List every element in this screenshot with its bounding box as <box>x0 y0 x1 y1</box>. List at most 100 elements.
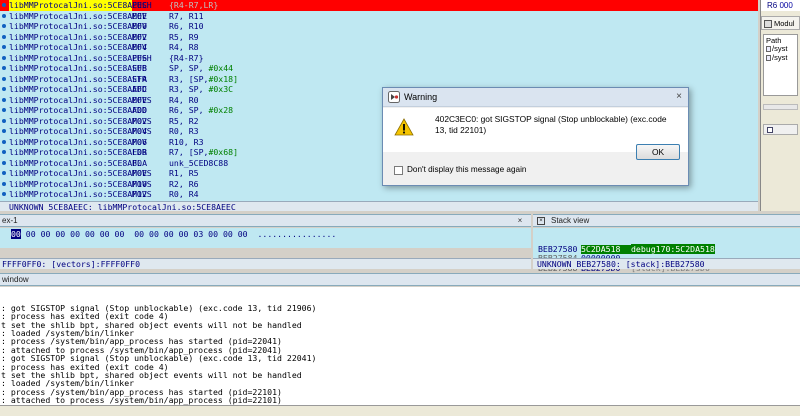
right-panel: R6 000 Modul Path /syst /syst <box>760 0 800 211</box>
hex-row[interactable]: 00 00 00 00 00 00 00 00 00 00 00 00 03 0… <box>11 229 337 239</box>
output-window-title: window <box>0 273 800 286</box>
instruction-address: libMMProtocalJni.so:5CE8AEFC <box>9 84 148 94</box>
hex-row-bytes: 00 00 00 00 00 00 00 00 00 00 00 03 00 0… <box>20 229 337 239</box>
hex-cursor[interactable]: 00 <box>11 229 21 239</box>
disassembly-line[interactable]: libMMProtocalJni.so:5CE8AEECPUSH {R4-R7,L… <box>0 0 758 11</box>
line-bullet-icon <box>2 129 6 133</box>
register-label: R6 <box>767 1 778 10</box>
threads-tab[interactable] <box>763 124 798 135</box>
register-row[interactable]: R6 000 <box>761 0 800 11</box>
instruction-address: libMMProtocalJni.so:5CE8AEF2 <box>9 31 148 42</box>
close-icon[interactable]: × <box>537 217 545 225</box>
ida-app-icon <box>388 91 400 103</box>
stack-view[interactable]: BEB275805C2DA518debug170:5C2DA518BEB2758… <box>533 228 800 273</box>
output-window[interactable]: : got SIGSTOP signal (Stop unblockable) … <box>0 287 800 413</box>
instruction-address: libMMProtocalJni.so:5CE8AF00 <box>9 105 148 115</box>
warning-icon <box>394 118 414 136</box>
instruction-address: libMMProtocalJni.so:5CE8AEFE <box>9 94 148 105</box>
instruction-immediate: #0x44 <box>208 63 234 73</box>
instruction-operands: R4, R0 <box>169 94 199 105</box>
instruction-operands: R5, R9 <box>169 31 199 42</box>
disassembly-status: UNKNOWN 5CE8AEEC: libMMProtocalJni.so:5C… <box>0 201 758 211</box>
instruction-operands: {R4-R7,LR} <box>169 0 219 10</box>
disassembly-line[interactable]: libMMProtocalJni.so:5CE8AEF2MOV R5, R9 <box>0 32 758 43</box>
close-icon[interactable]: × <box>674 92 684 102</box>
dont-show-again-checkbox[interactable] <box>394 166 403 175</box>
instruction-mnemonic: ADD <box>132 105 147 115</box>
module-path: /syst <box>772 52 788 62</box>
disassembly-line[interactable]: libMMProtocalJni.so:5CE8AEF6PUSH {R4-R7} <box>0 53 758 64</box>
line-bullet-icon <box>2 150 6 154</box>
instruction-operands: R7, R11 <box>169 10 204 21</box>
instruction-address: libMMProtocalJni.so:5CE8AEF0 <box>9 21 148 31</box>
line-bullet-icon <box>2 87 6 91</box>
line-bullet-icon <box>2 97 6 102</box>
output-lines: : got SIGSTOP signal (Stop unblockable) … <box>0 303 800 412</box>
instruction-operands: R1, R5 <box>169 168 199 178</box>
instruction-operands: R10, R3 <box>169 136 204 147</box>
line-bullet-icon <box>2 3 6 7</box>
instruction-address: libMMProtocalJni.so:5CE8AEF8 <box>9 63 148 73</box>
instruction-mnemonic: SUB <box>132 63 147 73</box>
register-value: 000 <box>779 1 793 10</box>
dont-show-again-label[interactable]: Don't display this message again <box>407 164 526 176</box>
instruction-mnemonic: PUSH <box>132 0 152 10</box>
disassembly-line[interactable]: libMMProtocalJni.so:5CE8AF12MOVS R0, R4 <box>0 189 758 200</box>
stack-comment: debug170:5C2DA518 <box>631 243 715 254</box>
hex-view-title-text: ex-1 <box>2 216 18 225</box>
instruction-mnemonic: MOV <box>132 136 147 147</box>
line-bullet-icon <box>2 45 6 49</box>
file-icon <box>766 46 771 52</box>
instruction-address: libMMProtocalJni.so:5CE8AEF6 <box>9 52 148 63</box>
line-bullet-icon <box>2 118 6 123</box>
file-icon <box>766 54 771 61</box>
instruction-operands: R3, [SP, <box>169 73 209 84</box>
line-bullet-icon <box>2 76 6 81</box>
line-bullet-icon <box>2 55 6 60</box>
line-bullet-icon <box>2 181 6 186</box>
instruction-immediate: #0x3C <box>208 84 234 94</box>
hex-view[interactable]: 00 00 00 00 00 00 00 00 00 00 00 00 03 0… <box>0 228 531 248</box>
instruction-address: libMMProtocalJni.so:5CE8AF04 <box>9 126 148 136</box>
line-bullet-icon <box>2 139 6 144</box>
instruction-address: libMMProtocalJni.so:5CE8AF10 <box>9 178 148 189</box>
disassembly-line[interactable]: libMMProtocalJni.so:5CE8AEF8SUB SP, SP, #… <box>0 63 758 74</box>
disassembly-line[interactable]: libMMProtocalJni.so:5CE8AEEEMOV R7, R11 <box>0 11 758 22</box>
instruction-address: libMMProtocalJni.so:5CE8AEEC <box>9 0 148 11</box>
modules-list[interactable]: Path /syst /syst <box>763 34 798 96</box>
instruction-address: libMMProtocalJni.so:5CE8AF08 <box>9 147 148 157</box>
instruction-mnemonic: MOVS <box>132 168 152 178</box>
instruction-operands: R5, R2 <box>169 115 199 126</box>
instruction-operands: R6, SP, <box>169 105 209 115</box>
line-bullet-icon <box>2 192 6 196</box>
instruction-mnemonic: MOV <box>132 31 147 42</box>
disassembly-line[interactable]: libMMProtocalJni.so:5CE8AEF0MOV R6, R10 <box>0 21 758 32</box>
line-bullet-icon <box>2 34 6 39</box>
instruction-mnemonic: MOVS <box>132 189 152 199</box>
module-row[interactable]: /syst <box>766 52 795 63</box>
instruction-address: libMMProtocalJni.so:5CE8AEFA <box>9 73 148 84</box>
instruction-mnemonic: STR <box>132 73 147 84</box>
instruction-mnemonic: ADD <box>132 84 147 94</box>
disassembly-line[interactable]: libMMProtocalJni.so:5CE8AEFASTR R3, [SP,#… <box>0 74 758 85</box>
horizontal-scrollbar[interactable] <box>763 104 798 110</box>
modules-tab[interactable]: Modul <box>761 16 800 30</box>
instruction-operands: R6, R10 <box>169 21 204 31</box>
instruction-mnemonic: MOVS <box>132 94 152 105</box>
instruction-operands: SP, SP, <box>169 63 209 73</box>
instruction-operands: R7, [SP, <box>169 147 209 157</box>
instruction-operands: R4, R8 <box>169 42 199 52</box>
ok-button[interactable]: OK <box>636 144 680 160</box>
instruction-mnemonic: BL <box>132 157 142 168</box>
instruction-operands: R3, SP, <box>169 84 209 94</box>
instruction-mnemonic: MOV <box>132 21 147 31</box>
disassembly-line[interactable]: libMMProtocalJni.so:5CE8AEF4MOV R4, R8 <box>0 42 758 53</box>
instruction-operands: R0, R3 <box>169 126 199 136</box>
instruction-immediate: #0x68] <box>208 147 239 157</box>
instruction-address: libMMProtocalJni.so:5CE8AEF4 <box>9 42 148 52</box>
dialog-titlebar[interactable]: Warning × <box>383 88 688 107</box>
close-icon[interactable]: × <box>515 216 525 226</box>
status-bar <box>0 405 800 416</box>
instruction-address: libMMProtocalJni.so:5CE8AEEE <box>9 10 148 21</box>
instruction-immediate: #0x28 <box>208 105 234 115</box>
